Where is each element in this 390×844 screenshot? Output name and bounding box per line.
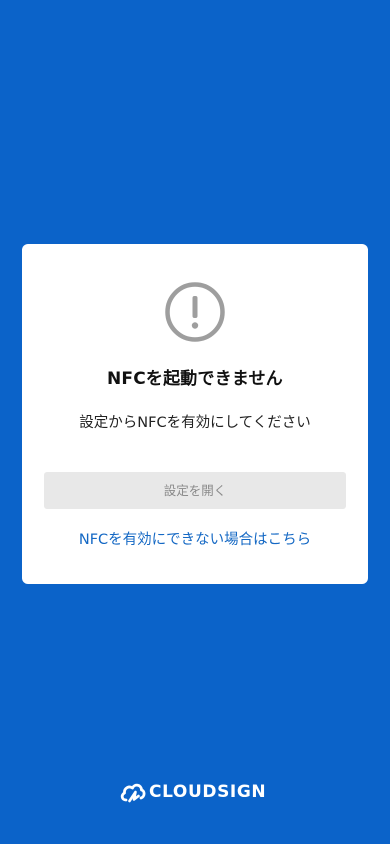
app-screen: NFCを起動できません 設定からNFCを有効にしてください 設定を開く NFCを… <box>0 0 390 844</box>
brand-logo: CLOUDSIGN <box>120 779 266 805</box>
nfc-error-dialog: NFCを起動できません 設定からNFCを有効にしてください 設定を開く NFCを… <box>22 244 368 584</box>
open-settings-button[interactable]: 設定を開く <box>44 472 346 509</box>
brand-name: CLOUDSIGN <box>149 782 267 802</box>
cloudsign-logo-icon <box>120 780 146 804</box>
nfc-help-link[interactable]: NFCを有効にできない場合はこちら <box>22 528 368 549</box>
dialog-message: 設定からNFCを有効にしてください <box>79 415 311 431</box>
exclamation-circle-icon <box>164 281 226 343</box>
dialog-title: NFCを起動できません <box>106 369 283 389</box>
